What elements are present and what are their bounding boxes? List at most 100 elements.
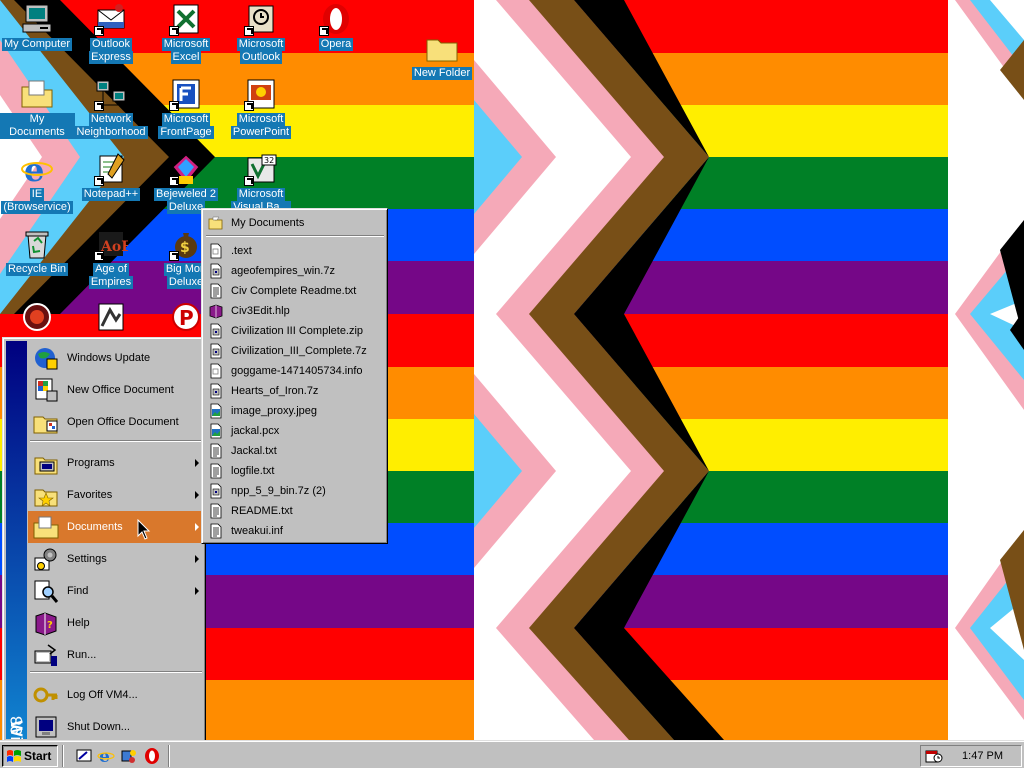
desktop-icon-ie-browser[interactable]: e IE (Browservice) <box>0 152 75 214</box>
file-name: Civ3Edit.hlp <box>231 305 290 317</box>
desktop-icon-microsoft-powerpoint[interactable]: Microsoft PowerPoint <box>223 77 299 139</box>
start-menu-item-log-off[interactable]: Log Off VM4... <box>28 679 204 711</box>
desktop-icon-label: Age of <box>93 263 129 276</box>
opera-icon[interactable] <box>143 747 161 765</box>
desktop-icon-partial[interactable] <box>0 300 75 336</box>
shortcut-arrow-icon <box>169 26 179 36</box>
documents-menu-file-item[interactable]: .text <box>205 241 385 261</box>
start-menu-item-label: Programs <box>67 457 115 469</box>
shortcut-arrow-icon <box>94 176 104 186</box>
start-menu: Windows98 Windows Update New Office Docum… <box>2 337 206 743</box>
channels-icon[interactable] <box>120 747 138 765</box>
documents-menu-file-item[interactable]: Hearts_of_Iron.7z <box>205 381 385 401</box>
bejeweled-icon <box>169 152 203 186</box>
archive-file-icon <box>208 383 224 399</box>
documents-menu-file-item[interactable]: Jackal.txt <box>205 441 385 461</box>
desktop-icon-label: Recycle Bin <box>5 263 69 276</box>
documents-menu-file-item[interactable]: tweakui.inf <box>205 521 385 541</box>
archive-file-icon <box>208 323 224 339</box>
desktop-icon-microsoft-outlook[interactable]: Microsoft Outlook <box>223 2 299 64</box>
documents-menu-item-my-documents[interactable]: My Documents <box>205 213 385 233</box>
start-menu-item-documents[interactable]: Documents <box>28 511 204 543</box>
start-menu-item-new-office-document[interactable]: New Office Document <box>28 374 204 406</box>
svg-text:32: 32 <box>264 156 274 165</box>
documents-menu-label: My Documents <box>231 217 305 229</box>
documents-menu-file-item[interactable]: npp_5_9_bin.7z (2) <box>205 481 385 501</box>
svg-text:AoE: AoE <box>100 239 128 255</box>
shut-down-icon <box>33 714 59 740</box>
desktop-icon-my-documents[interactable]: My Documents <box>0 77 75 139</box>
help-icon: ? <box>33 610 59 636</box>
image-file-icon <box>208 403 224 419</box>
documents-menu-file-item[interactable]: image_proxy.jpeg <box>205 401 385 421</box>
documents-menu-file-item[interactable]: logfile.txt <box>205 461 385 481</box>
start-menu-item-open-office-document[interactable]: Open Office Document <box>28 406 204 438</box>
svg-text:e: e <box>24 152 44 186</box>
age-of-empires-icon: AoE <box>94 227 128 261</box>
menu-separator <box>206 235 384 237</box>
documents-menu-file-item[interactable]: Civilization III Complete.zip <box>205 321 385 341</box>
desktop-icon-label: My Documents <box>0 113 75 139</box>
settings-icon <box>33 546 59 572</box>
show-desktop-icon[interactable] <box>75 747 93 765</box>
documents-menu-file-item[interactable]: goggame-1471405734.info <box>205 361 385 381</box>
file-name: jackal.pcx <box>231 425 280 437</box>
start-menu-item-shut-down[interactable]: Shut Down... <box>28 711 204 743</box>
desktop-icon-outlook-express[interactable]: Outlook Express <box>73 2 149 64</box>
desktop-icon-microsoft-frontpage[interactable]: Microsoft FrontPage <box>148 77 224 139</box>
desktop-icon-new-folder[interactable]: New Folder <box>404 31 480 80</box>
submenu-arrow-icon <box>195 555 199 563</box>
start-menu-item-find[interactable]: Find <box>28 575 204 607</box>
documents-menu-file-item[interactable]: ageofempires_win.7z <box>205 261 385 281</box>
generic-file-icon <box>208 363 224 379</box>
desktop-icon-label: Neighborhood <box>74 126 148 139</box>
file-name: ageofempires_win.7z <box>231 265 335 277</box>
start-menu-item-label: Windows Update <box>67 352 151 364</box>
start-menu-item-windows-update[interactable]: Windows Update <box>28 342 204 374</box>
documents-menu-file-item[interactable]: Civ Complete Readme.txt <box>205 281 385 301</box>
unknown-bw-icon <box>94 300 128 334</box>
start-button[interactable]: Start <box>2 745 58 767</box>
unknown-p-icon: P <box>169 300 203 334</box>
desktop-icon-opera[interactable]: Opera <box>298 2 374 51</box>
desktop-icon-label: Excel <box>170 51 202 64</box>
microsoft-frontpage-icon <box>169 77 203 111</box>
file-name: image_proxy.jpeg <box>231 405 318 417</box>
desktop-icon-label: IE <box>29 188 45 201</box>
start-menu-item-label: Find <box>67 585 89 597</box>
open-office-document-icon <box>33 409 59 435</box>
desktop-icon-recycle-bin[interactable]: Recycle Bin <box>0 227 75 276</box>
internet-explorer-icon[interactable]: e <box>97 747 115 765</box>
file-name: npp_5_9_bin.7z (2) <box>231 485 326 497</box>
windows-logo-icon <box>7 750 21 762</box>
scheduler-icon[interactable] <box>925 748 943 764</box>
documents-menu-file-item[interactable]: jackal.pcx <box>205 421 385 441</box>
file-name: Civilization III Complete.zip <box>231 325 364 337</box>
start-menu-item-programs[interactable]: Programs <box>28 447 204 479</box>
start-menu-item-help[interactable]: ? Help <box>28 607 204 639</box>
documents-menu-file-item[interactable]: Civ3Edit.hlp <box>205 301 385 321</box>
documents-menu-file-item[interactable]: Civilization_III_Complete.7z <box>205 341 385 361</box>
desktop-icon-label: Outlook <box>90 38 132 51</box>
new-folder-icon <box>425 31 459 65</box>
text-file-icon <box>208 503 224 519</box>
desktop-icon-microsoft-visual-basic[interactable]: 32 Microsoft Visual Ba... <box>223 152 299 214</box>
shortcut-arrow-icon <box>169 251 179 261</box>
desktop-icon-bejeweled[interactable]: Bejeweled 2 Deluxe <box>148 152 224 214</box>
image-file-icon <box>208 423 224 439</box>
documents-menu-file-item[interactable]: README.txt <box>205 501 385 521</box>
start-menu-item-label: Run... <box>67 649 97 661</box>
desktop-icon-partial[interactable] <box>73 300 149 336</box>
submenu-arrow-icon <box>195 587 199 595</box>
file-name: Civ Complete Readme.txt <box>231 285 357 297</box>
start-menu-item-favorites[interactable]: Favorites <box>28 479 204 511</box>
desktop-icon-age-of-empires[interactable]: AoE Age of Empires <box>73 227 149 289</box>
start-menu-item-settings[interactable]: Settings <box>28 543 204 575</box>
desktop-icon-my-computer[interactable]: My Computer <box>0 2 75 51</box>
desktop-icon-notepad-plus-plus[interactable]: Notepad++ <box>73 152 149 201</box>
desktop-icon-network-neighborhood[interactable]: Network Neighborhood <box>73 77 149 139</box>
svg-text:?: ? <box>47 620 53 631</box>
clock[interactable]: 1:47 PM <box>962 750 1003 762</box>
start-menu-item-run[interactable]: Run... <box>28 639 204 671</box>
desktop-icon-microsoft-excel[interactable]: Microsoft Excel <box>148 2 224 64</box>
